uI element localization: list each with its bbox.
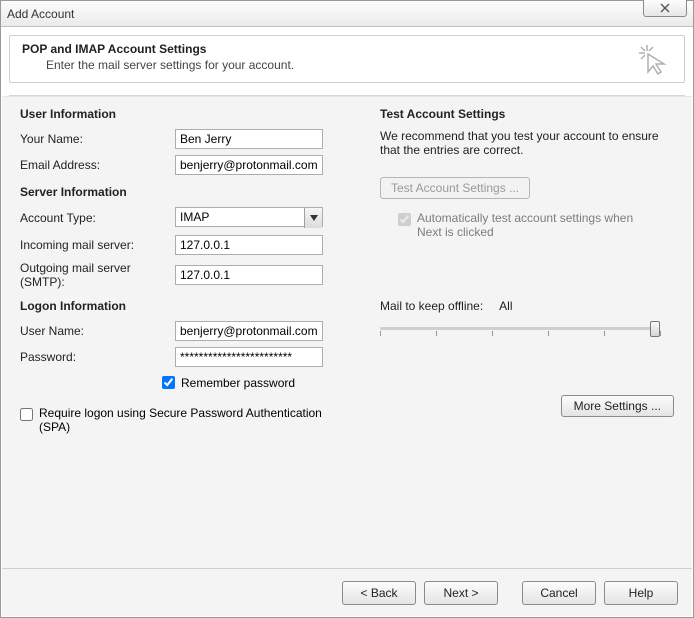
password-label: Password: [20, 350, 175, 364]
window-title: Add Account [7, 7, 687, 21]
auto-test-checkbox [398, 213, 411, 226]
user-info-heading: User Information [20, 107, 360, 121]
password-input[interactable] [175, 347, 323, 367]
header-title: POP and IMAP Account Settings [22, 42, 672, 56]
next-button[interactable]: Next > [424, 581, 498, 605]
incoming-label: Incoming mail server: [20, 238, 175, 252]
outgoing-label: Outgoing mail server (SMTP): [20, 261, 175, 289]
auto-test-label: Automatically test account settings when… [417, 211, 657, 239]
close-icon [659, 3, 671, 13]
require-spa-checkbox[interactable] [20, 408, 33, 421]
cancel-button[interactable]: Cancel [522, 581, 596, 605]
account-type-value[interactable] [175, 207, 323, 227]
test-account-settings-button[interactable]: Test Account Settings ... [380, 177, 530, 199]
remember-password-checkbox[interactable] [162, 376, 175, 389]
add-account-dialog: Add Account POP and IMAP Account Setting… [0, 0, 694, 618]
header-subtitle: Enter the mail server settings for your … [46, 58, 672, 72]
header-panel: POP and IMAP Account Settings Enter the … [9, 35, 685, 83]
test-settings-heading: Test Account Settings [380, 107, 674, 121]
more-settings-button[interactable]: More Settings ... [561, 395, 674, 417]
account-type-select[interactable] [175, 207, 323, 229]
back-button[interactable]: < Back [342, 581, 416, 605]
user-name-label: User Name: [20, 324, 175, 338]
your-name-input[interactable] [175, 129, 323, 149]
server-info-heading: Server Information [20, 185, 360, 199]
mail-offline-value: All [499, 299, 512, 313]
email-input[interactable] [175, 155, 323, 175]
remember-password-label: Remember password [181, 376, 295, 390]
slider-thumb[interactable] [650, 321, 660, 337]
left-column: User Information Your Name: Email Addres… [20, 107, 360, 558]
your-name-label: Your Name: [20, 132, 175, 146]
logon-info-heading: Logon Information [20, 299, 360, 313]
content-area: User Information Your Name: Email Addres… [2, 96, 692, 568]
footer: < Back Next > Cancel Help [2, 568, 692, 616]
mail-offline-slider[interactable] [380, 319, 660, 341]
mail-offline-label: Mail to keep offline: [380, 299, 483, 313]
close-button[interactable] [643, 0, 687, 17]
help-button[interactable]: Help [604, 581, 678, 605]
chevron-down-icon[interactable] [304, 208, 322, 228]
titlebar: Add Account [1, 1, 693, 27]
require-spa-label: Require logon using Secure Password Auth… [39, 406, 329, 434]
account-type-label: Account Type: [20, 211, 175, 225]
incoming-input[interactable] [175, 235, 323, 255]
slider-track [380, 327, 660, 330]
cursor-star-icon [636, 42, 670, 76]
test-settings-description: We recommend that you test your account … [380, 129, 674, 157]
email-label: Email Address: [20, 158, 175, 172]
right-column: Test Account Settings We recommend that … [360, 107, 674, 558]
outgoing-input[interactable] [175, 265, 323, 285]
user-name-input[interactable] [175, 321, 323, 341]
